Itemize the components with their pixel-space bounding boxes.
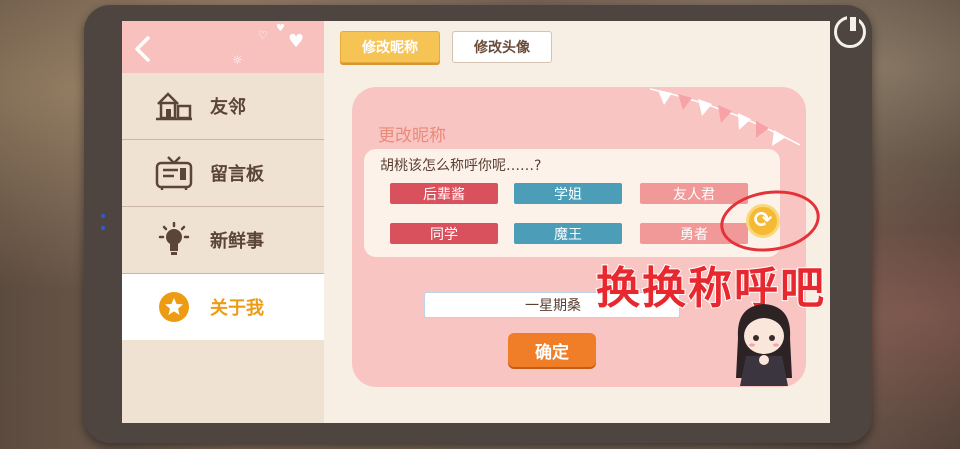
- nickname-option[interactable]: 魔王: [514, 223, 622, 244]
- sidebar-item-news[interactable]: 新鲜事: [122, 207, 324, 274]
- heart-icon: ♥: [288, 31, 305, 52]
- nickname-option-label: 魔王: [554, 226, 582, 243]
- prompt-question: 胡桃该怎么称呼你呢……?: [380, 158, 542, 174]
- nickname-option-label: 后辈酱: [423, 186, 465, 203]
- nickname-input-value: 一星期桑: [525, 298, 581, 314]
- sidebar-item-label: 友邻: [210, 97, 246, 118]
- nickname-options-panel: 胡桃该怎么称呼你呢……? 后辈酱 学姐 友人君 同学 魔王 勇者: [364, 149, 780, 257]
- nickname-option-label: 友人君: [673, 186, 715, 203]
- card-title: 更改昵称: [378, 126, 446, 146]
- sidebar: ♥ ♥ ♡ ☼ 友邻 留言板 新鲜事 关于我: [122, 21, 324, 423]
- nickname-option-label: 勇者: [680, 226, 708, 243]
- camera-dot: [101, 214, 105, 218]
- heart-icon: ♥: [276, 23, 285, 34]
- nickname-option-label: 同学: [430, 226, 458, 243]
- sidebar-item-about-me[interactable]: 关于我: [122, 274, 324, 340]
- nickname-option[interactable]: 同学: [390, 223, 498, 244]
- sidebar-header: ♥ ♥ ♡ ☼: [122, 21, 324, 73]
- sidebar-item-neighbors[interactable]: 友邻: [122, 73, 324, 140]
- nickname-option-label: 学姐: [554, 186, 582, 203]
- heart-icon: ♡: [258, 29, 268, 42]
- sidebar-item-message-board[interactable]: 留言板: [122, 140, 324, 207]
- back-icon[interactable]: [132, 35, 156, 62]
- sun-icon: ☼: [232, 53, 243, 67]
- sidebar-item-label: 留言板: [210, 164, 264, 185]
- nickname-option[interactable]: 友人君: [640, 183, 748, 204]
- confirm-button[interactable]: 确定: [508, 333, 596, 367]
- tab-change-avatar[interactable]: 修改头像: [452, 31, 552, 63]
- nickname-option[interactable]: 后辈酱: [390, 183, 498, 204]
- message-board-icon: [150, 153, 198, 193]
- star-icon: [150, 287, 198, 327]
- camera-dot: [101, 226, 105, 230]
- sidebar-item-label: 关于我: [210, 298, 264, 319]
- bunting-decoration: [650, 88, 800, 146]
- power-icon[interactable]: [834, 14, 866, 48]
- nickname-option[interactable]: 学姐: [514, 183, 622, 204]
- house-icon: [150, 86, 198, 126]
- character-sprite: [736, 304, 792, 386]
- confirm-button-label: 确定: [535, 342, 569, 363]
- tab-change-nickname[interactable]: 修改昵称: [340, 31, 440, 63]
- lightbulb-icon: [150, 220, 198, 260]
- sidebar-item-label: 新鲜事: [210, 231, 264, 252]
